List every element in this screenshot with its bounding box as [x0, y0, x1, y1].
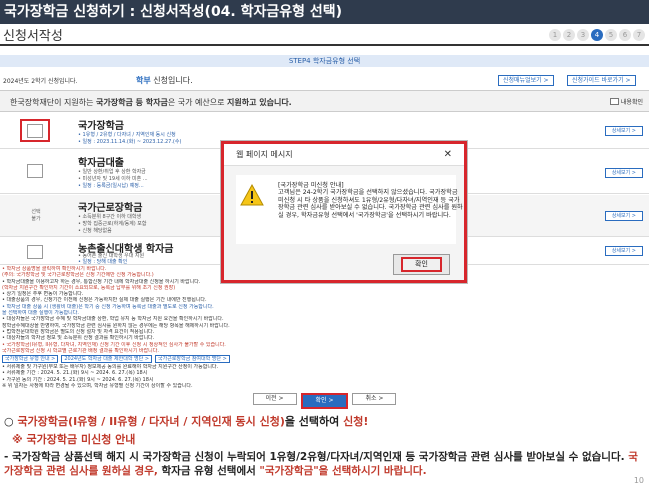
- confirm-button[interactable]: 확인 >: [302, 395, 347, 407]
- notice-text-2: 은 국가 예산으로: [167, 98, 228, 107]
- row-line: • 미성년자 및 19세 이하 미혼 ...: [78, 176, 148, 182]
- detail-button[interactable]: 상세보기 >: [604, 246, 643, 256]
- step-dot: 6: [619, 29, 631, 41]
- row-line: • 방학 집중근로(하계/동계) 포함: [78, 221, 147, 227]
- detail-button[interactable]: 상세보기 >: [604, 126, 643, 136]
- dialog-message: [국가장학금 미신청 안내] 고객님은 24-2학기 국가장학금을 선택하지 않…: [278, 182, 463, 219]
- detail-button[interactable]: 상세보기 >: [604, 168, 643, 178]
- row-line: • 일정 : 등록금(일시납) 예정...: [78, 183, 144, 189]
- confirm-checkbox[interactable]: 내용확인: [609, 97, 643, 106]
- row-line: • 소득분위 8구간 이하 대학생: [78, 214, 142, 220]
- step-indicator: 1234567: [549, 29, 645, 41]
- page-title-bar: 국가장학금 신청하기 : 신청서작성(04. 학자금유형 선택): [0, 0, 649, 24]
- row-title[interactable]: 국가근로장학금: [78, 199, 142, 214]
- step-dot: 7: [633, 29, 645, 41]
- section-title: 신청서작성: [3, 29, 63, 44]
- degree-label: 학부: [136, 76, 151, 85]
- note-link-button[interactable]: 국가근로장학금 참여대학 명단 >: [155, 355, 230, 364]
- caption-text: 학자금 유형 선택에서: [157, 465, 260, 477]
- step-bar: STEP4 학자금유형 선택: [0, 55, 649, 67]
- notice-text-bold-2: 지원하고 있습니다.: [227, 98, 292, 107]
- notice-list: • 학자금 상품명을 클릭하여 확인하시기 바랍니다. (주의: 국가장학금 및…: [2, 266, 647, 389]
- divider: [0, 44, 649, 46]
- degree-suffix: 신청입니다.: [153, 76, 193, 85]
- dialog-title: 웹 페이지 메시지: [236, 150, 293, 159]
- note-link-button[interactable]: 2024년도 학자금 대출 제한대학 명단 >: [61, 355, 153, 364]
- detail-button[interactable]: 상세보기 >: [604, 211, 643, 221]
- loan-checkbox[interactable]: [27, 164, 43, 178]
- checkbox-label: 내용확인: [620, 99, 643, 106]
- notice-panel: 한국장학재단이 지원하는 국가장학금 등 학자금은 국가 예산으로 지원하고 있…: [0, 90, 649, 112]
- notice-text: 한국장학재단이 지원하는 국가장학금 등 학자금은 국가 예산으로 지원하고 있…: [10, 97, 292, 108]
- confirm-highlight: 확인 >: [300, 393, 349, 409]
- checkbox-icon[interactable]: [609, 98, 619, 105]
- form-buttons: 이전 > 확인 > 취소 >: [0, 393, 649, 409]
- row-title[interactable]: 국가장학금: [78, 117, 124, 132]
- national-scholarship-checkbox[interactable]: [27, 124, 43, 138]
- row-line: • 일정 : 당해 대출 확인: [78, 259, 128, 265]
- caption-highlight: "국가장학금"을 선택하시기 바랍니다.: [259, 465, 427, 477]
- caption-line-1: ○ 국가장학금(I유형 / II유형 / 다자녀 / 지역인재 동시 신청)을 …: [4, 413, 644, 429]
- note-link-button[interactable]: 국가장학금 유형 안내 >: [2, 355, 59, 364]
- notice-text-bold-1: 국가장학금 등 학자금: [96, 98, 168, 107]
- note-line: 국가근로장학금 신청 시 학교별 근로기관 배정 결과를 확인하시기 바랍니다.: [2, 347, 159, 354]
- instruction-caption: ○ 국가장학금(I유형 / II유형 / 다자녀 / 지역인재 동시 신청)을 …: [4, 413, 644, 478]
- ok-button[interactable]: 확인: [401, 257, 442, 272]
- degree-notice: 학부 신청입니다.: [136, 75, 193, 86]
- row-line: • 신청 해당없음: [78, 228, 112, 234]
- notice-text-1: 한국장학재단이 지원하는: [10, 98, 97, 107]
- close-icon[interactable]: ✕: [444, 144, 452, 166]
- manual-button[interactable]: 신청매뉴얼보기 >: [498, 75, 554, 86]
- step-dot: 5: [605, 29, 617, 41]
- row-line: • 1유형 / 2유형 / 다자녀 / 지역인재 동시 신청: [78, 132, 176, 138]
- year-notice: 2024년도 2학기 신청입니다.: [3, 78, 78, 85]
- row-line: • 일반 상환/취업 후 상환 학자금: [78, 169, 146, 175]
- unavailable-label: 선택 불가: [31, 209, 41, 222]
- row-line: • 일정 : 2023.11.14.(화) ~ 2023.12.27.(수): [78, 139, 182, 145]
- step-dot: 2: [563, 29, 575, 41]
- page-title: 국가장학금 신청하기 : 신청서작성(04. 학자금유형 선택): [4, 4, 343, 20]
- guide-button[interactable]: 신청가이드 바로가기 >: [567, 75, 636, 86]
- step-dot: 1: [549, 29, 561, 41]
- page-number: 10: [633, 476, 644, 485]
- note-button-row: 국가장학금 유형 안내 > 2024년도 학자금 대출 제한대학 명단 > 국가…: [2, 355, 647, 364]
- step-dot: 4: [591, 29, 603, 41]
- prev-button[interactable]: 이전 >: [252, 393, 297, 405]
- caption-text: - 국가장학금 상품선택 해지 시 국가장학금 신청이 누락되어 1유형/2유형…: [4, 451, 629, 463]
- caption-text: 을 선택하여: [284, 415, 344, 428]
- cancel-button[interactable]: 취소 >: [352, 393, 397, 405]
- caption-highlight: 신청!: [343, 415, 369, 428]
- alert-dialog: 웹 페이지 메시지 ✕ [국가장학금 미신청 안내] 고객님은 24-2학기 국가…: [221, 141, 467, 283]
- step-dot: 3: [577, 29, 589, 41]
- caption-line-3: - 국가장학금 상품선택 해지 시 국가장학금 신청이 누락되어 1유형/2유형…: [4, 450, 644, 478]
- dialog-header: 웹 페이지 메시지 ✕: [224, 144, 464, 166]
- caption-bullet: ○: [4, 415, 18, 428]
- note-line: ※ 위 일자는 사정에 따라 변경될 수 있으며, 학자금 유형별 신청 기간이…: [2, 383, 193, 390]
- warning-icon: [240, 183, 264, 210]
- caption-highlight: 국가장학금(I유형 / II유형 / 다자녀 / 지역인재 동시 신청): [17, 415, 285, 428]
- rural-loan-checkbox[interactable]: [27, 245, 43, 259]
- row-title[interactable]: 학자금대출: [78, 154, 124, 169]
- caption-line-2: ※ 국가장학금 미신청 안내: [12, 433, 136, 446]
